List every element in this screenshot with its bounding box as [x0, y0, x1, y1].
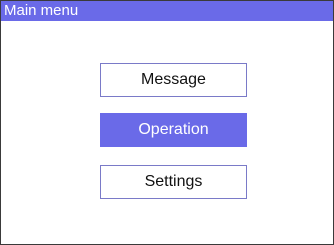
message-button-label: Message	[141, 71, 206, 88]
title-bar: Main menu	[1, 1, 333, 21]
window-title: Main menu	[4, 2, 79, 19]
operation-button-label: Operation	[138, 121, 209, 138]
main-menu-screen: Main menu Message Operation Settings	[0, 0, 334, 245]
operation-button[interactable]: Operation	[100, 113, 247, 147]
message-button[interactable]: Message	[100, 63, 247, 97]
settings-button[interactable]: Settings	[100, 165, 247, 199]
settings-button-label: Settings	[144, 173, 203, 190]
